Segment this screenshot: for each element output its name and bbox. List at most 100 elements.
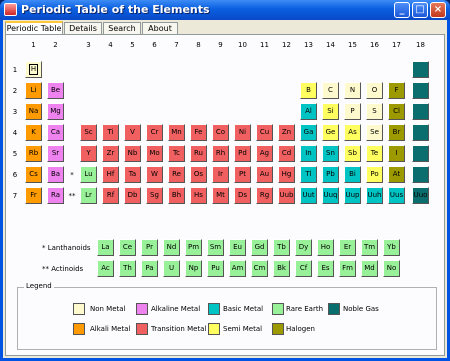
element-cell[interactable]: Tc	[168, 145, 185, 162]
element-cell[interactable]: F	[388, 82, 405, 99]
element-cell[interactable]: C	[322, 82, 339, 99]
element-cell[interactable]: Uuq	[322, 187, 339, 204]
element-cell[interactable]: Hs	[190, 187, 207, 204]
element-cell[interactable]: Bh	[168, 187, 185, 204]
element-cell[interactable]: Mn	[168, 124, 185, 141]
element-cell[interactable]	[412, 145, 429, 162]
element-cell[interactable]: Sg	[146, 187, 163, 204]
actinide-cell[interactable]: Bk	[273, 260, 290, 277]
element-cell[interactable]: H	[25, 61, 42, 78]
element-cell[interactable]: Nb	[124, 145, 141, 162]
element-cell[interactable]: K	[25, 124, 42, 141]
element-cell[interactable]: As	[344, 124, 361, 141]
element-cell[interactable]: Lu	[80, 166, 97, 183]
element-cell[interactable]: Lr	[80, 187, 97, 204]
element-cell[interactable]: Uup	[344, 187, 361, 204]
element-cell[interactable]: Pd	[234, 145, 251, 162]
element-cell[interactable]: Cu	[256, 124, 273, 141]
element-cell[interactable]: Be	[47, 82, 64, 99]
element-cell[interactable]: Ca	[47, 124, 64, 141]
element-cell[interactable]: Te	[366, 145, 383, 162]
lanthanide-cell[interactable]: Nd	[163, 239, 180, 256]
element-cell[interactable]: Na	[25, 103, 42, 120]
actinide-cell[interactable]: Np	[185, 260, 202, 277]
element-cell[interactable]	[412, 61, 429, 78]
element-cell[interactable]: Fr	[25, 187, 42, 204]
element-cell[interactable]: Po	[366, 166, 383, 183]
element-cell[interactable]: Zr	[102, 145, 119, 162]
element-cell[interactable]: Ba	[47, 166, 64, 183]
element-cell[interactable]: Rb	[25, 145, 42, 162]
element-cell[interactable]: Zn	[278, 124, 295, 141]
element-cell[interactable]: O	[366, 82, 383, 99]
tab-periodic-table[interactable]: Periodic Table	[5, 21, 63, 35]
element-cell[interactable]: Os	[190, 166, 207, 183]
minimize-button[interactable]: _	[394, 2, 410, 18]
element-cell[interactable]: Ir	[212, 166, 229, 183]
element-cell[interactable]: Cd	[278, 145, 295, 162]
element-cell[interactable]: V	[124, 124, 141, 141]
element-cell[interactable]: Ga	[300, 124, 317, 141]
actinide-cell[interactable]: Pa	[141, 260, 158, 277]
element-cell[interactable]	[412, 166, 429, 183]
element-cell[interactable]: Db	[124, 187, 141, 204]
element-cell[interactable]: Tl	[300, 166, 317, 183]
lanthanide-cell[interactable]: Tm	[361, 239, 378, 256]
element-cell[interactable]: Ni	[234, 124, 251, 141]
element-cell[interactable]	[412, 82, 429, 99]
tab-about[interactable]: About	[142, 22, 178, 34]
maximize-button[interactable]: □	[412, 2, 428, 18]
lanthanide-cell[interactable]: La	[97, 239, 114, 256]
element-cell[interactable]: Al	[300, 103, 317, 120]
lanthanide-cell[interactable]: Gd	[251, 239, 268, 256]
tab-details[interactable]: Details	[64, 22, 102, 34]
element-cell[interactable]: Uut	[300, 187, 317, 204]
actinide-cell[interactable]: Fm	[339, 260, 356, 277]
element-cell[interactable]: S	[366, 103, 383, 120]
element-cell[interactable]: Cl	[388, 103, 405, 120]
tab-search[interactable]: Search	[103, 22, 141, 34]
element-cell[interactable]: Ru	[190, 145, 207, 162]
element-cell[interactable]: Se	[366, 124, 383, 141]
element-cell[interactable]: Ag	[256, 145, 273, 162]
lanthanide-cell[interactable]: Pr	[141, 239, 158, 256]
actinide-cell[interactable]: Cf	[295, 260, 312, 277]
element-cell[interactable]: Br	[388, 124, 405, 141]
lanthanide-cell[interactable]: Eu	[229, 239, 246, 256]
element-cell[interactable]: Cr	[146, 124, 163, 141]
element-cell[interactable]: I	[388, 145, 405, 162]
lanthanide-cell[interactable]: Ho	[317, 239, 334, 256]
actinide-cell[interactable]: Ac	[97, 260, 114, 277]
element-cell[interactable]: Ta	[124, 166, 141, 183]
actinide-cell[interactable]: Pu	[207, 260, 224, 277]
element-cell[interactable]: Fe	[190, 124, 207, 141]
actinide-cell[interactable]: No	[383, 260, 400, 277]
element-cell[interactable]: Ge	[322, 124, 339, 141]
element-cell[interactable]: Li	[25, 82, 42, 99]
element-cell[interactable]: Mt	[212, 187, 229, 204]
actinide-cell[interactable]: Th	[119, 260, 136, 277]
element-cell[interactable]: Rf	[102, 187, 119, 204]
element-cell[interactable]: Hf	[102, 166, 119, 183]
element-cell[interactable]: Uuo	[412, 187, 429, 204]
element-cell[interactable]: Ti	[102, 124, 119, 141]
element-cell[interactable]: N	[344, 82, 361, 99]
element-cell[interactable]: Uus	[388, 187, 405, 204]
element-cell[interactable]: Bi	[344, 166, 361, 183]
element-cell[interactable]: W	[146, 166, 163, 183]
element-cell[interactable]: At	[388, 166, 405, 183]
element-cell[interactable]: Rh	[212, 145, 229, 162]
lanthanide-cell[interactable]: Pm	[185, 239, 202, 256]
element-cell[interactable]: Sr	[47, 145, 64, 162]
element-cell[interactable]: Pt	[234, 166, 251, 183]
actinide-cell[interactable]: Cm	[251, 260, 268, 277]
actinide-cell[interactable]: Md	[361, 260, 378, 277]
lanthanide-cell[interactable]: Yb	[383, 239, 400, 256]
lanthanide-cell[interactable]: Tb	[273, 239, 290, 256]
element-cell[interactable]: Mg	[47, 103, 64, 120]
element-cell[interactable]: Re	[168, 166, 185, 183]
element-cell[interactable]: In	[300, 145, 317, 162]
element-cell[interactable]: Cs	[25, 166, 42, 183]
element-cell[interactable]: Sc	[80, 124, 97, 141]
element-cell[interactable]: Hg	[278, 166, 295, 183]
